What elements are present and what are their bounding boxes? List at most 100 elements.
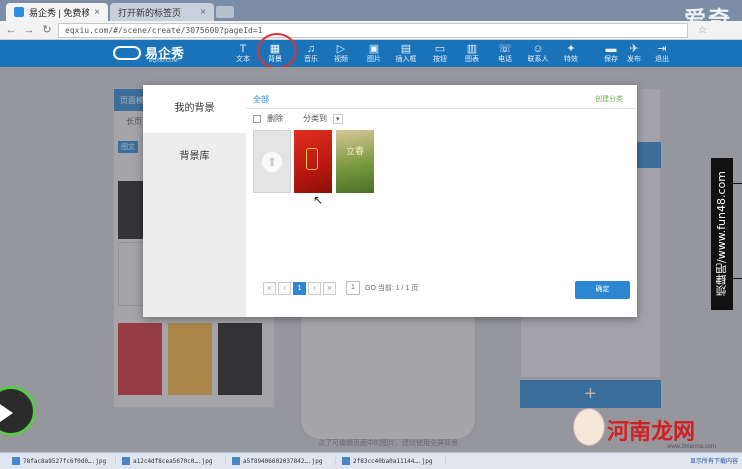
- site-watermark: 河南龙网 www.3manna.com: [573, 408, 742, 452]
- close-tab-icon[interactable]: ×: [94, 7, 100, 18]
- toolbar-label: 音乐: [304, 56, 318, 63]
- download-item[interactable]: a12c4df8cea5670c0….jpg: [116, 457, 226, 465]
- first-page-button[interactable]: «: [263, 281, 276, 295]
- filter-row: 删除 分类到 ▾: [253, 113, 343, 124]
- modal-sidebar: 我的背景 背景库: [143, 85, 246, 317]
- page-status-text: GO 当前: 1 / 1 页: [365, 285, 419, 292]
- watermark-tick: [733, 183, 742, 184]
- lantern-ornament-icon: [306, 148, 318, 170]
- download-filename: a12c4df8cea5670c0….jpg: [133, 457, 213, 465]
- select-all-checkbox[interactable]: [253, 114, 261, 123]
- download-bar: 78fac8a9527fc6f0d0….jpg a12c4df8cea5670c…: [0, 452, 742, 469]
- toolbar-label: 视频: [334, 56, 348, 63]
- eqxiu-favicon-icon: [14, 7, 24, 17]
- image-file-icon: [342, 457, 350, 465]
- address-bar: ← → ↻ eqxiu.com/#/scene/create/3075600?p…: [0, 21, 742, 40]
- download-filename: 78fac8a9527fc6f0d0….jpg: [23, 457, 107, 465]
- back-icon[interactable]: ←: [4, 23, 18, 37]
- sidebar-item-my-backgrounds[interactable]: 我的背景: [143, 85, 246, 133]
- browser-tab-active[interactable]: 易企秀 | 免费移动场景应用… ×: [6, 3, 108, 21]
- image-file-icon: [232, 457, 240, 465]
- chart-icon: ▥: [466, 43, 478, 55]
- toolbar-label: 按钮: [433, 56, 447, 63]
- pagination: « ‹ 1 › » 1 GO 当前: 1 / 1 页: [263, 281, 418, 295]
- browser-tab-strip: 易企秀 | 免费移动场景应用… × 打开新的标签页 × 爱奇: [0, 0, 742, 33]
- logo-subtext: EQXIU.COM: [149, 58, 178, 64]
- toolbar-label: 特效: [564, 56, 578, 63]
- filter-all-tab[interactable]: 全部: [253, 94, 269, 105]
- cartoon-face-icon: [573, 408, 605, 446]
- image-file-icon: [12, 457, 20, 465]
- image-icon: ▣: [368, 43, 380, 55]
- toolbar-label: 插入框: [395, 56, 417, 63]
- frame-icon: ▤: [400, 43, 412, 55]
- phone-icon: ☏: [498, 43, 512, 55]
- move-to-label: 分类到: [303, 114, 327, 123]
- video-icon: ▷: [336, 43, 346, 55]
- create-category-link[interactable]: 创建分类: [595, 94, 623, 104]
- delete-label[interactable]: 删除: [267, 113, 283, 124]
- toolbar-contact-button[interactable]: ☺ 联系人: [524, 43, 552, 64]
- category-dropdown[interactable]: ▾: [333, 113, 343, 124]
- download-item[interactable]: 78fac8a9527fc6f0d0….jpg: [6, 457, 116, 465]
- next-page-button[interactable]: ›: [308, 281, 321, 295]
- background-thumbnail-red[interactable]: [294, 130, 332, 193]
- text-icon: T: [239, 43, 247, 55]
- download-item[interactable]: 2f83cc40ba0a11144….jpg: [336, 457, 446, 465]
- toolbar-label: 文本: [236, 56, 250, 63]
- highlight-circle-annotation: [257, 33, 297, 69]
- button-icon: ▭: [434, 43, 446, 55]
- current-page-button[interactable]: 1: [293, 281, 306, 295]
- background-picker-modal: 我的背景 背景库 全部 创建分类 删除 分类到 ▾ ⬆ 立春 ↖ « ‹ 1 ›…: [143, 85, 637, 317]
- effects-icon: ✦: [566, 43, 576, 55]
- toolbar-phone-button[interactable]: ☏ 电话: [491, 43, 519, 64]
- upload-arrow-icon: ⬆: [262, 151, 282, 172]
- confirm-button[interactable]: 确定: [575, 281, 630, 299]
- site-watermark-title: 河南龙网: [607, 420, 696, 445]
- upload-background-button[interactable]: ⬆: [253, 130, 291, 193]
- background-thumbnail-spring[interactable]: 立春: [336, 130, 374, 193]
- toolbar-music-button[interactable]: ♫ 音乐: [297, 43, 325, 64]
- toolbar-video-button[interactable]: ▷ 视频: [327, 43, 355, 64]
- download-filename: a5f89406602037842….jpg: [243, 457, 323, 465]
- toolbar-button-button[interactable]: ▭ 按钮: [426, 43, 454, 64]
- toolbar-chart-button[interactable]: ▥ 图表: [458, 43, 486, 64]
- close-tab-icon[interactable]: ×: [200, 7, 206, 18]
- play-icon: [0, 402, 13, 424]
- forward-icon[interactable]: →: [22, 23, 36, 37]
- toolbar-label: 发布: [627, 56, 641, 63]
- tab-title: 易企秀 | 免费移动场景应用…: [29, 7, 90, 18]
- download-item[interactable]: a5f89406602037842….jpg: [226, 457, 336, 465]
- divider: [246, 108, 637, 109]
- show-all-downloads-link[interactable]: 显示所有下载内容: [690, 456, 738, 465]
- contact-icon: ☺: [532, 43, 544, 55]
- calligraphy-text: 立春: [346, 147, 365, 157]
- toolbar-exit-button[interactable]: ⇥ 退出: [648, 43, 676, 64]
- app-toolbar: 易企秀 EQXIU.COM T 文本 ▦ 背景 ♫ 音乐 ▷ 视频 ▣ 图片 ▤ 插入框 ▭…: [0, 40, 742, 67]
- toolbar-label: 图表: [465, 56, 479, 63]
- toolbar-label: 联系人: [527, 56, 549, 63]
- url-input[interactable]: eqxiu.com/#/scene/create/3075600?pageId=…: [58, 22, 688, 38]
- toolbar-publish-button[interactable]: ✈ 发布: [620, 43, 648, 64]
- sidebar-item-background-library[interactable]: 背景库: [143, 147, 246, 162]
- toolbar-text-button[interactable]: T 文本: [229, 43, 257, 64]
- page-number-input[interactable]: 1: [346, 281, 360, 295]
- new-tab-button[interactable]: [216, 6, 234, 18]
- toolbar-effects-button[interactable]: ✦ 特效: [557, 43, 585, 64]
- tab-title: 打开新的标签页: [118, 7, 182, 18]
- prev-page-button[interactable]: ‹: [278, 281, 291, 295]
- bookmark-star-icon[interactable]: ☆: [698, 25, 707, 36]
- site-watermark-url: www.3manna.com: [667, 444, 717, 450]
- watermark-tick: [733, 278, 742, 279]
- toolbar-label: 退出: [655, 56, 669, 63]
- image-file-icon: [122, 457, 130, 465]
- toolbar-image-button[interactable]: ▣ 图片: [360, 43, 388, 64]
- download-filename: 2f83cc40ba0a11144….jpg: [353, 457, 433, 465]
- last-page-button[interactable]: »: [323, 281, 336, 295]
- reload-icon[interactable]: ↻: [40, 23, 54, 37]
- browser-tab-new[interactable]: 打开新的标签页 ×: [110, 3, 214, 21]
- exit-icon: ⇥: [657, 43, 667, 55]
- toolbar-insert-frame-button[interactable]: ▤ 插入框: [392, 43, 420, 64]
- logo-mark-icon: [113, 45, 141, 60]
- vertical-site-watermark: 烦肆吧/www.fun48.com: [711, 158, 733, 310]
